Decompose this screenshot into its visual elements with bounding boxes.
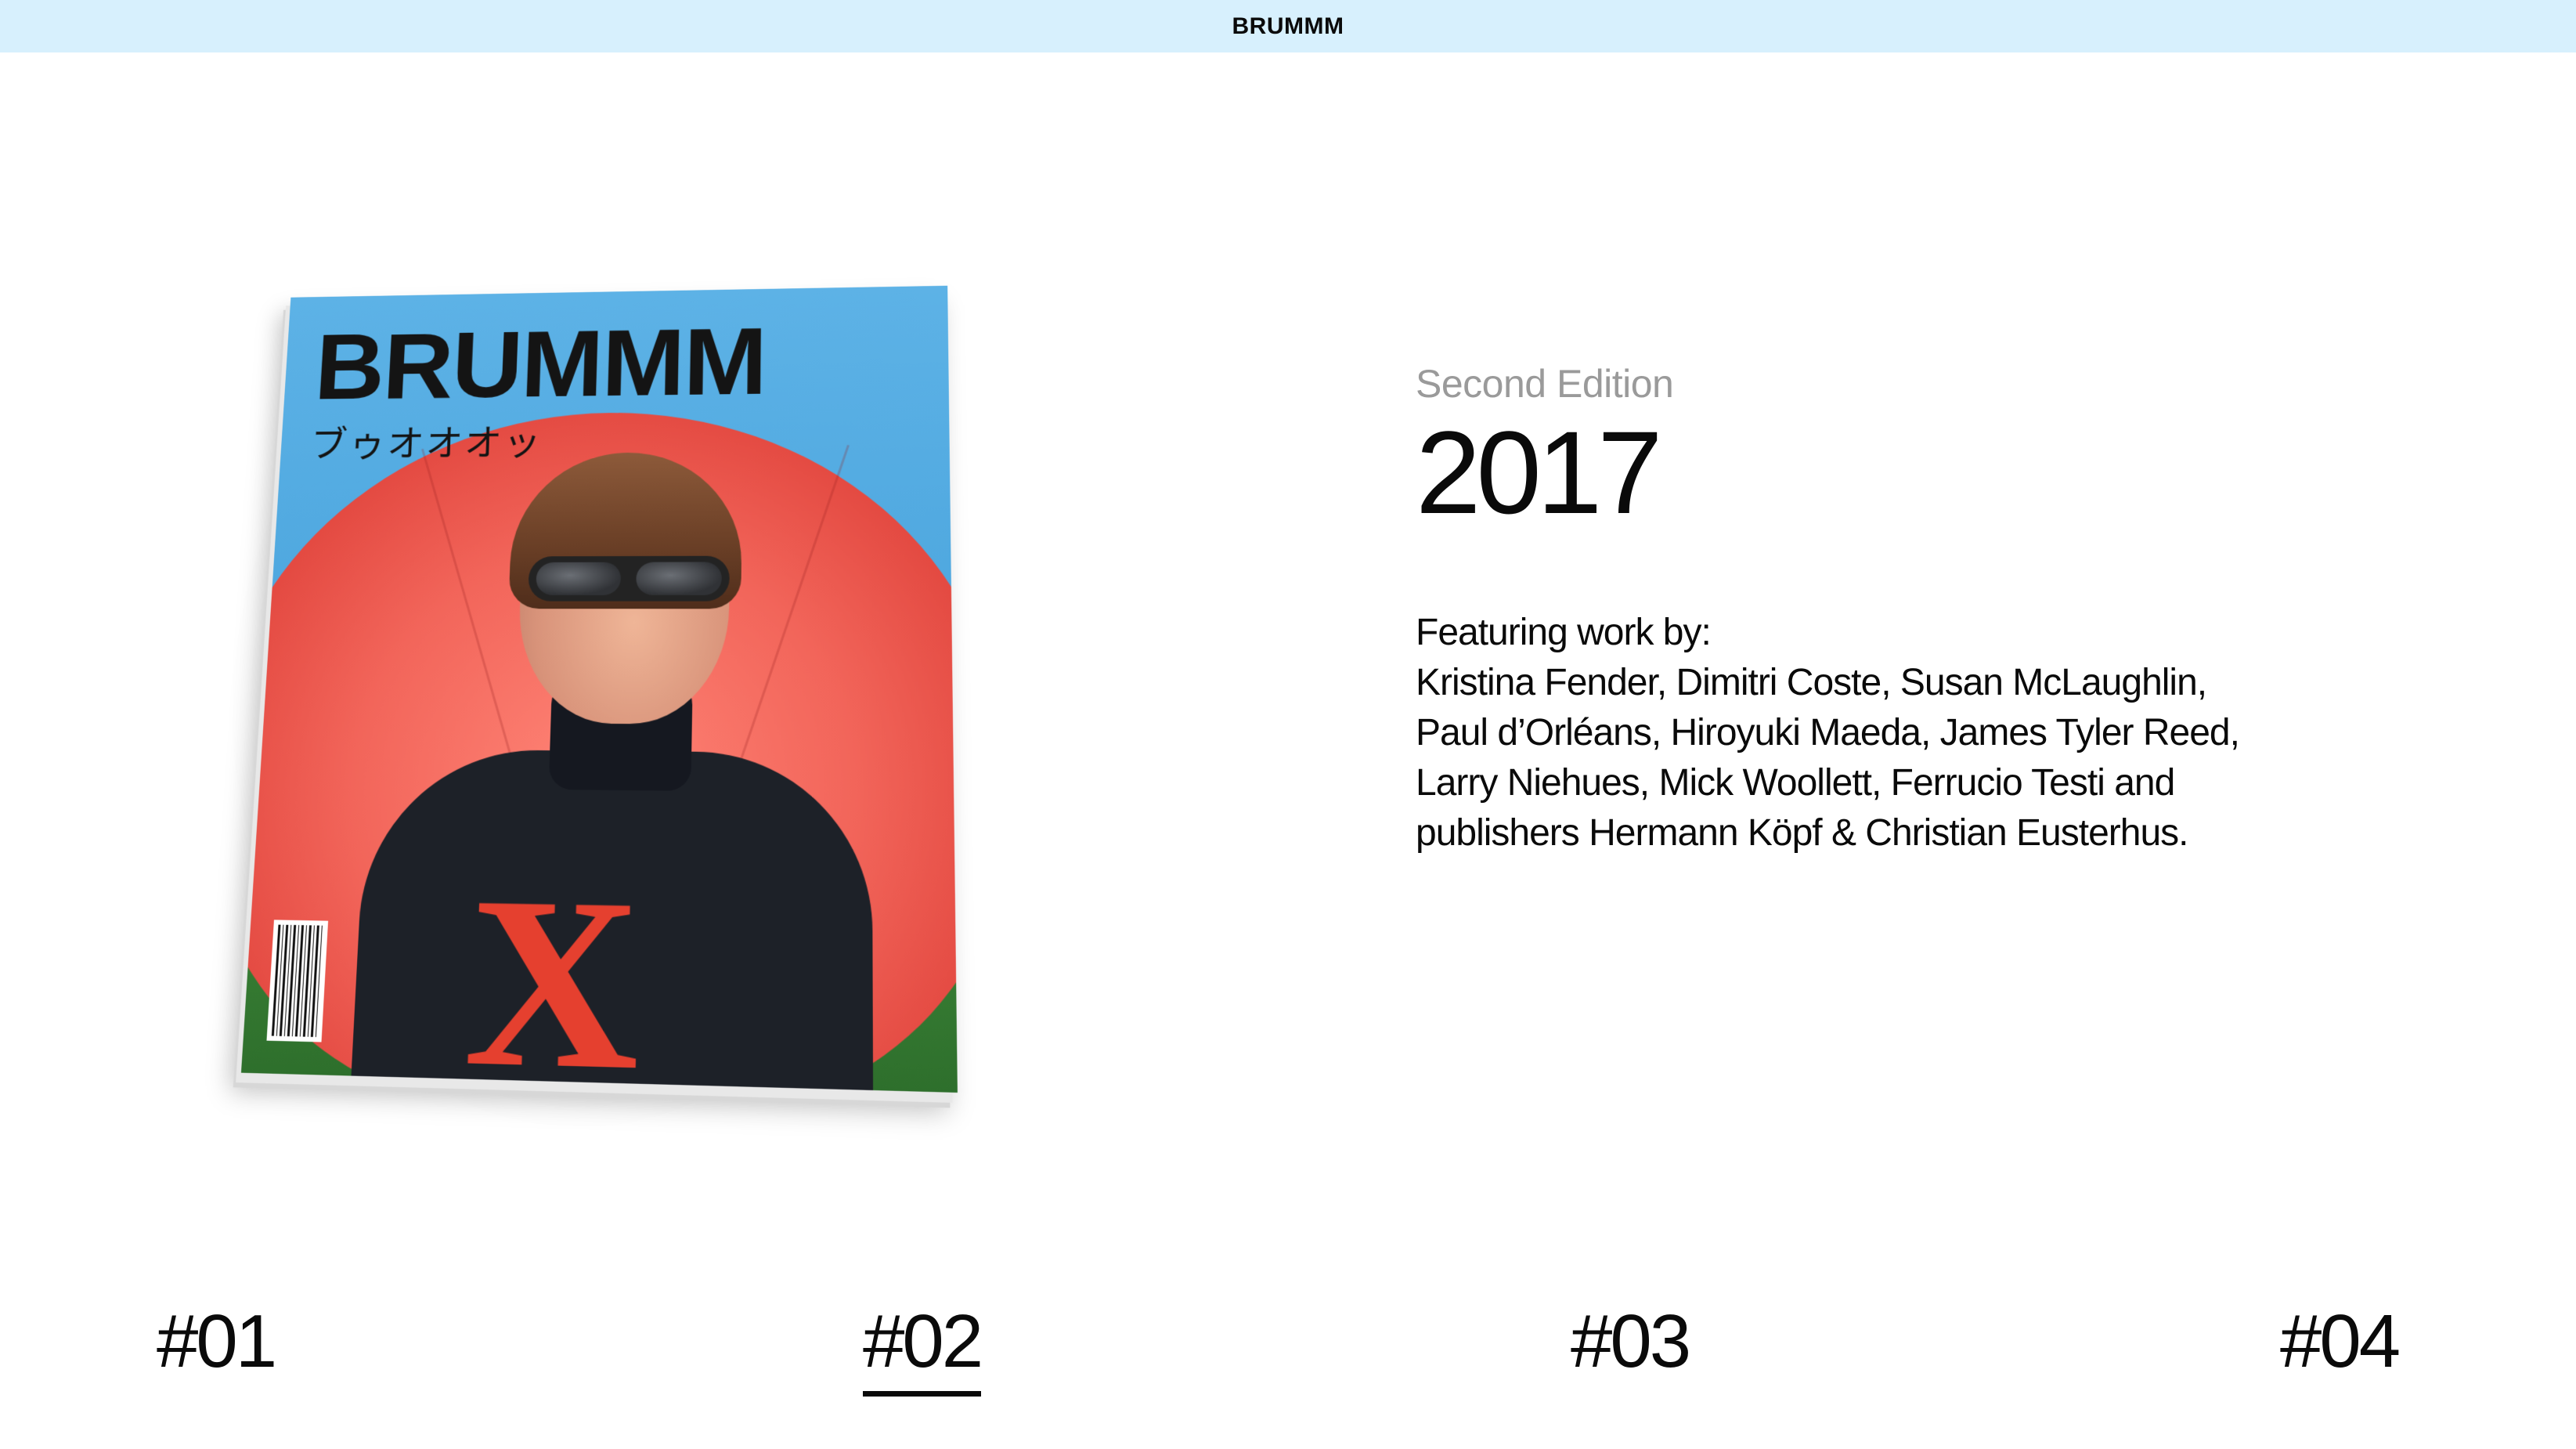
edition-nav: #01 #02 #03 #04 [0,1300,2576,1418]
brand-link[interactable]: BRUMMM [1232,13,1344,40]
magazine-cover: X BRUMMM ブゥオオオッ [240,285,958,1093]
cover-goggles [528,555,731,602]
edition-year: 2017 [1416,407,1663,538]
edition-label: Second Edition [1416,362,1674,406]
featuring-credits: Featuring work by: Kristina Fender, Dimi… [1416,608,2473,858]
magazine-cover-image: X BRUMMM ブゥオオオッ [164,211,1026,1136]
cover-title: BRUMMM [312,308,767,419]
featuring-line: Kristina Fender, Dimitri Coste, Susan Mc… [1416,662,2207,703]
edition-info: Second Edition 2017 Featuring work by: K… [1416,360,2473,858]
top-bar: BRUMMM [0,0,2576,52]
featuring-line: publishers Hermann Köpf & Christian Eust… [1416,812,2189,854]
edition-nav-item-03[interactable]: #03 [1571,1300,1691,1391]
edition-nav-item-04[interactable]: #04 [2280,1300,2401,1391]
featuring-line: Paul d’Orléans, Hiroyuki Maeda, James Ty… [1416,712,2240,753]
edition-nav-item-02[interactable]: #02 [863,1300,983,1397]
cover-barcode [266,920,329,1042]
edition-nav-item-01[interactable]: #01 [157,1300,277,1391]
cover-x-emblem: X [460,847,644,1093]
featuring-line: Featuring work by: [1416,612,1712,653]
featuring-line: Larry Niehues, Mick Woollett, Ferrucio T… [1416,762,2175,804]
cover-subtitle-kana: ブゥオオオッ [309,421,543,466]
